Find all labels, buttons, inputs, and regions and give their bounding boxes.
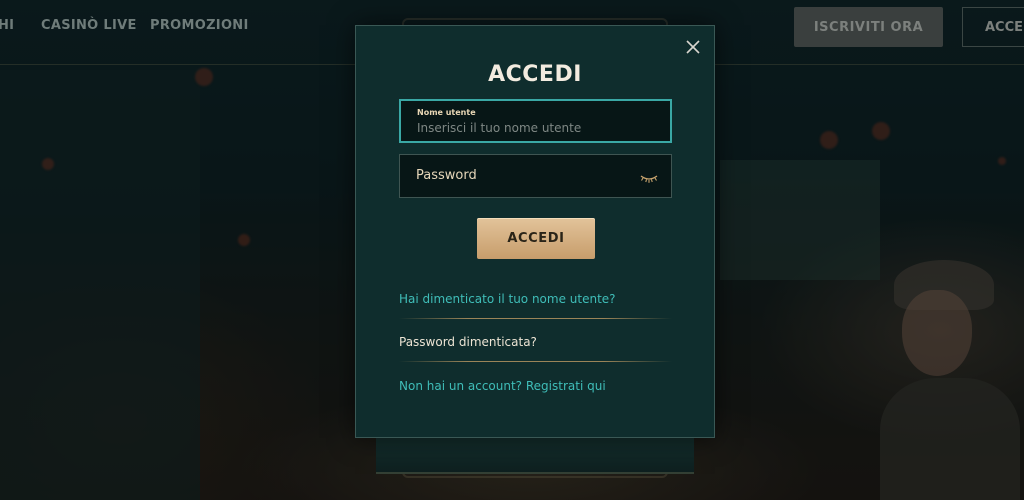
nav-item-games[interactable]: HI xyxy=(0,18,14,33)
close-icon[interactable] xyxy=(684,38,702,56)
modal-title: ACCEDI xyxy=(488,62,582,87)
signup-button[interactable]: ISCRIVITI ORA xyxy=(794,7,943,47)
forgot-password-link[interactable]: Password dimenticata? xyxy=(399,335,537,349)
login-button-top[interactable]: ACCEDI xyxy=(962,7,1024,47)
eye-closed-icon[interactable] xyxy=(639,170,659,184)
login-modal: ACCEDI Nome utente Password ACCEDI Hai d… xyxy=(355,25,715,438)
divider xyxy=(399,361,672,362)
login-submit-button[interactable]: ACCEDI xyxy=(477,218,595,259)
username-input[interactable] xyxy=(417,121,657,135)
password-field[interactable]: Password xyxy=(399,154,672,198)
nav-item-promotions[interactable]: PROMOZIONI xyxy=(150,18,249,33)
divider xyxy=(399,318,672,319)
forgot-username-link[interactable]: Hai dimenticato il tuo nome utente? xyxy=(399,292,616,306)
username-label: Nome utente xyxy=(417,108,476,117)
register-link[interactable]: Non hai un account? Registrati qui xyxy=(399,379,606,393)
nav-item-live-casino[interactable]: CASINÒ LIVE xyxy=(41,18,137,33)
password-label: Password xyxy=(416,168,477,183)
username-field[interactable]: Nome utente xyxy=(399,99,672,143)
